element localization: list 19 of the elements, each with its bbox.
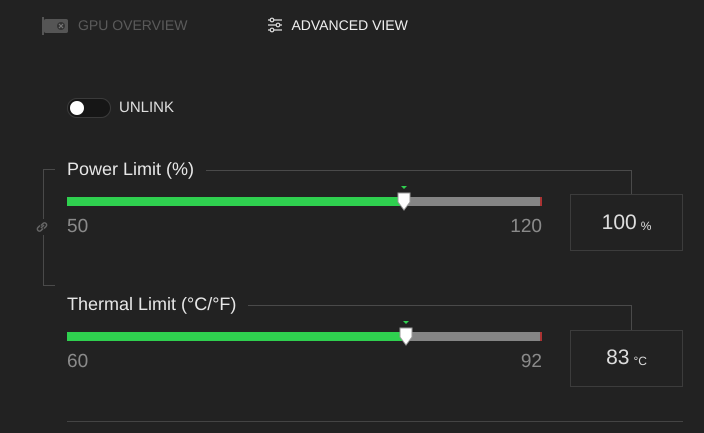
value-field[interactable]: 100 %	[570, 194, 683, 251]
unit-text: °C	[633, 353, 647, 370]
min-value: 50	[67, 214, 88, 238]
view-tab[interactable]: ADVANCED VIEW	[267, 14, 408, 36]
slider[interactable]	[67, 321, 542, 348]
unlink-switch[interactable]	[67, 98, 111, 118]
graphics-card-icon	[42, 15, 70, 35]
slider-thumb[interactable]	[396, 186, 412, 212]
max-value: 92	[520, 350, 542, 374]
slider-thumb[interactable]	[398, 321, 414, 348]
min-value: 60	[67, 350, 88, 374]
value-text: 83	[606, 345, 630, 372]
max-value: 120	[510, 214, 542, 238]
unit-text: %	[640, 218, 652, 234]
unlink-label: UNLINK	[119, 98, 174, 118]
value-text: 100	[602, 210, 637, 236]
sliders-icon	[267, 17, 284, 33]
value-field[interactable]: 83 °C	[570, 330, 683, 386]
slider[interactable]	[67, 186, 542, 212]
